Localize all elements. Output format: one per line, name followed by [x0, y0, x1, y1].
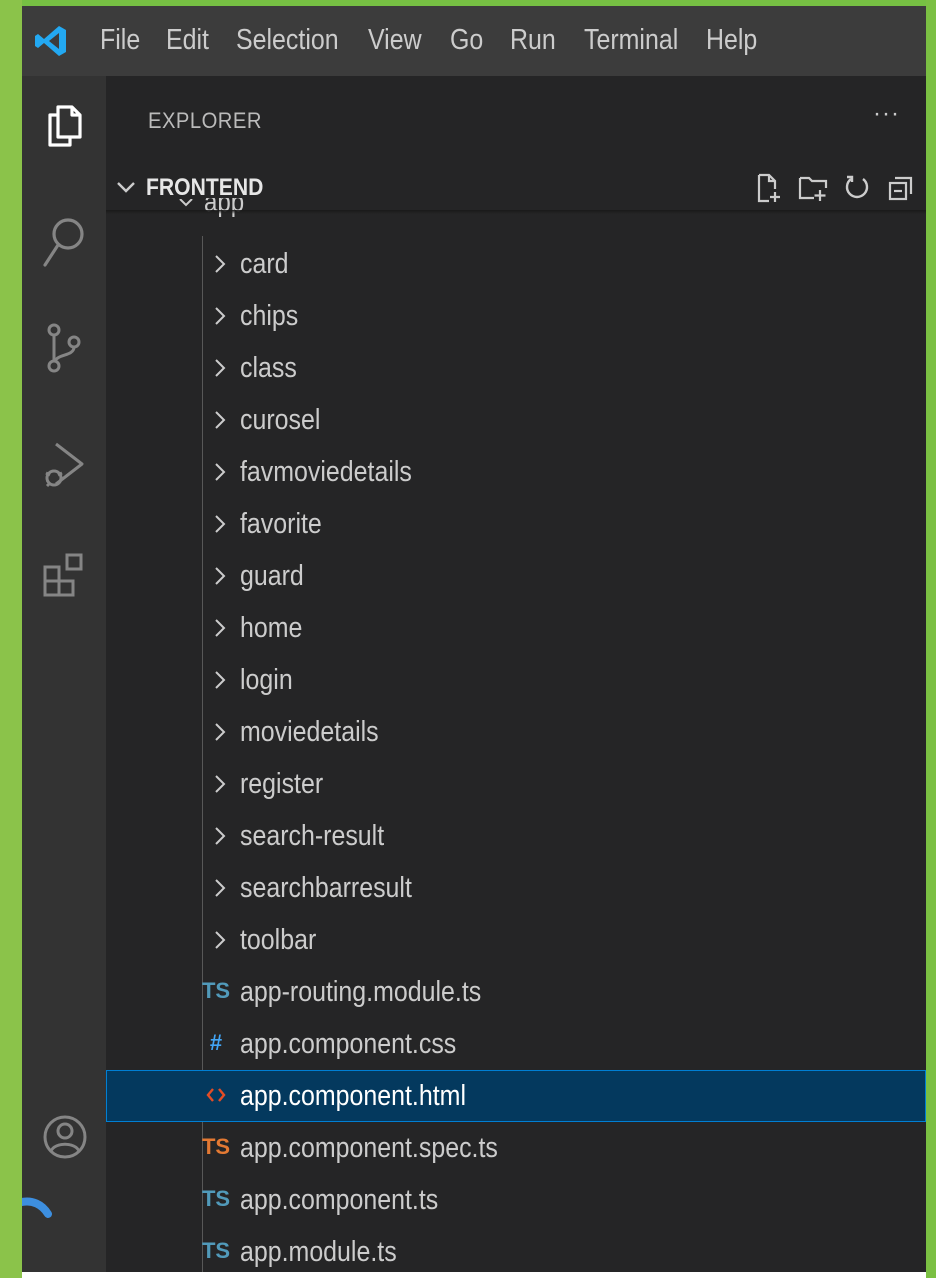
chevron-right-icon	[214, 514, 226, 539]
folder-login[interactable]: login	[106, 654, 926, 706]
file-label: app.component.spec.ts	[240, 1132, 498, 1164]
file-label: app-routing.module.ts	[240, 976, 482, 1008]
folder-chips[interactable]: chips	[106, 290, 926, 342]
folder-app-label: app	[204, 198, 245, 217]
folder-label: toolbar	[240, 924, 317, 956]
css-file-icon: #	[209, 1030, 223, 1055]
file-app-routing-module-ts[interactable]: TS app-routing.module.ts	[106, 966, 926, 1018]
menu-edit[interactable]: Edit	[166, 22, 209, 58]
chevron-right-icon	[214, 722, 226, 747]
folder-label: chips	[240, 300, 299, 332]
frame-border-right	[926, 0, 936, 1278]
html-file-icon	[202, 1080, 230, 1110]
files-icon[interactable]	[22, 90, 106, 162]
folder-home[interactable]: home	[106, 602, 926, 654]
typescript-file-icon: TS	[201, 978, 231, 1003]
folder-card[interactable]: card	[106, 238, 926, 290]
frame-border-left	[0, 0, 22, 1278]
menu-file[interactable]: File	[100, 22, 140, 58]
file-app-module-ts[interactable]: TS app.module.ts	[106, 1226, 926, 1272]
folder-curosel[interactable]: curosel	[106, 394, 926, 446]
chevron-right-icon	[214, 826, 226, 851]
folder-guard[interactable]: guard	[106, 550, 926, 602]
folder-favorite[interactable]: favorite	[106, 498, 926, 550]
menu-terminal[interactable]: Terminal	[584, 22, 678, 58]
folder-label: home	[240, 612, 303, 644]
menu-run[interactable]: Run	[510, 22, 556, 58]
more-actions-icon[interactable]: ···	[873, 100, 900, 128]
chevron-right-icon	[214, 878, 226, 903]
chevron-right-icon	[214, 930, 226, 955]
file-tree: card chips class curosel favmoviedetails	[106, 238, 926, 1272]
typescript-file-icon: TS	[201, 1186, 231, 1211]
vscode-logo-icon	[34, 24, 68, 58]
file-label: app.module.ts	[240, 1236, 397, 1268]
search-icon[interactable]	[22, 206, 106, 278]
run-debug-icon[interactable]	[22, 430, 106, 502]
menu-bar: File Edit Selection View Go Run Terminal…	[22, 6, 926, 76]
menu-view[interactable]: View	[368, 22, 422, 58]
menu-help[interactable]: Help	[706, 22, 757, 58]
file-app-component-ts[interactable]: TS app.component.ts	[106, 1174, 926, 1226]
folder-label: curosel	[240, 404, 321, 436]
activity-bar	[22, 76, 106, 1272]
folder-label: moviedetails	[240, 716, 379, 748]
chevron-down-icon	[116, 180, 136, 199]
file-label: app.component.css	[240, 1028, 457, 1060]
chevron-right-icon	[214, 410, 226, 435]
folder-searchbarresult[interactable]: searchbarresult	[106, 862, 926, 914]
folder-register[interactable]: register	[106, 758, 926, 810]
typescript-file-icon: TS	[201, 1238, 231, 1263]
vscode-window: File Edit Selection View Go Run Terminal…	[22, 6, 926, 1272]
folder-label: card	[240, 248, 289, 280]
scroll-shadow	[106, 210, 926, 214]
chevron-right-icon	[214, 670, 226, 695]
explorer-title: EXPLORER	[148, 108, 262, 133]
file-label: app.component.ts	[240, 1184, 439, 1216]
chevron-right-icon	[214, 774, 226, 799]
menu-selection[interactable]: Selection	[236, 22, 339, 58]
folder-toolbar[interactable]: toolbar	[106, 914, 926, 966]
screenshot-frame: File Edit Selection View Go Run Terminal…	[0, 0, 936, 1278]
folder-class[interactable]: class	[106, 342, 926, 394]
account-icon[interactable]	[42, 1114, 88, 1165]
chevron-right-icon	[214, 254, 226, 279]
chevron-right-icon	[214, 358, 226, 383]
extensions-icon[interactable]	[22, 540, 106, 612]
file-label: app.component.html	[240, 1080, 466, 1112]
folder-label: searchbarresult	[240, 872, 412, 904]
typescript-spec-file-icon: TS	[201, 1134, 231, 1159]
folder-favmoviedetails[interactable]: favmoviedetails	[106, 446, 926, 498]
explorer-sidebar: EXPLORER ··· FRONTEND app card chips cla…	[106, 76, 926, 1272]
folder-label: guard	[240, 560, 304, 592]
source-control-icon[interactable]	[22, 312, 106, 384]
chevron-right-icon	[214, 462, 226, 487]
folder-label: favorite	[240, 508, 322, 540]
file-app-component-spec-ts[interactable]: TS app.component.spec.ts	[106, 1122, 926, 1174]
chevron-right-icon	[214, 566, 226, 591]
folder-label: search-result	[240, 820, 385, 852]
menu-go[interactable]: Go	[450, 22, 483, 58]
folder-label: login	[240, 664, 293, 696]
folder-label: class	[240, 352, 297, 384]
folder-label: register	[240, 768, 324, 800]
decorative-swoosh-icon	[22, 1196, 52, 1272]
folder-moviedetails[interactable]: moviedetails	[106, 706, 926, 758]
folder-search-result[interactable]: search-result	[106, 810, 926, 862]
file-app-component-css[interactable]: # app.component.css	[106, 1018, 926, 1070]
folder-label: favmoviedetails	[240, 456, 412, 488]
chevron-right-icon	[214, 306, 226, 331]
chevron-right-icon	[214, 618, 226, 643]
file-app-component-html[interactable]: app.component.html	[106, 1070, 926, 1122]
